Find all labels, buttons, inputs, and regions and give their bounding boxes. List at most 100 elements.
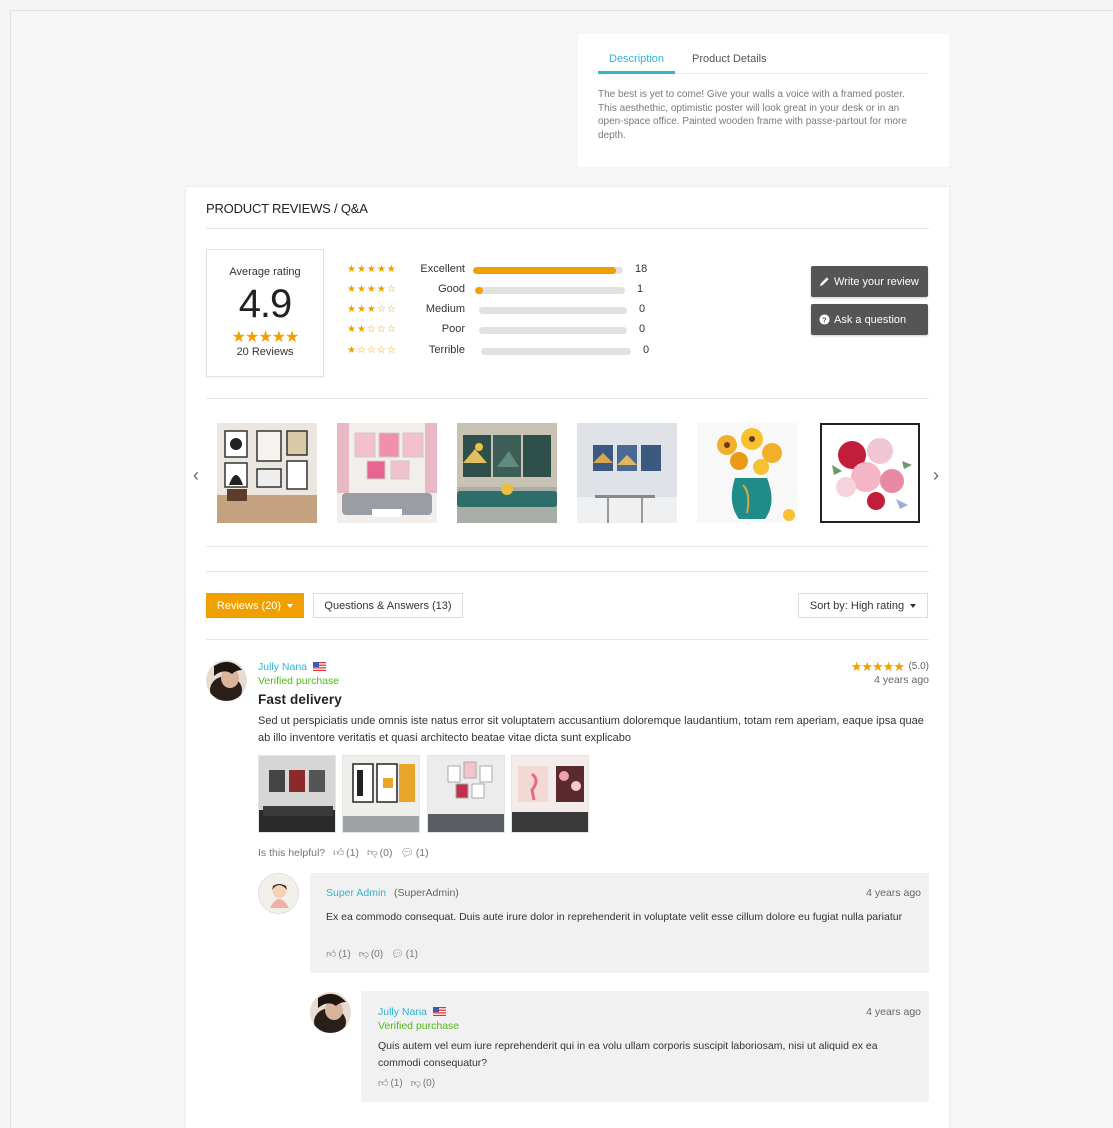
dislike-button[interactable]: 👎︎ (0) bbox=[358, 948, 383, 961]
review-photo[interactable] bbox=[511, 755, 589, 833]
like-count: (1) bbox=[346, 846, 359, 859]
reply-timestamp: 4 years ago bbox=[866, 887, 921, 899]
rating-row[interactable]: ★★★★☆ Good 1 bbox=[347, 283, 667, 299]
dislike-button[interactable]: 👎︎ (0) bbox=[410, 1077, 436, 1090]
thumbs-down-icon: 👎︎ bbox=[358, 949, 369, 960]
review-title: Fast delivery bbox=[258, 692, 342, 707]
admin-avatar bbox=[258, 873, 299, 914]
like-count: (1) bbox=[338, 948, 351, 960]
us-flag-icon bbox=[433, 1007, 447, 1016]
dislike-count: (0) bbox=[422, 1077, 436, 1089]
comment-icon: 💬︎ bbox=[391, 948, 404, 960]
tab-product-details[interactable]: Product Details bbox=[692, 53, 767, 65]
gallery-next-arrow[interactable]: › bbox=[933, 465, 939, 486]
average-rating-stars: ★★★★★ bbox=[231, 329, 300, 346]
rating-row-bar bbox=[481, 348, 631, 355]
rating-row-count: 18 bbox=[635, 263, 648, 275]
reply-author-link[interactable]: Jully Nana bbox=[378, 1006, 447, 1018]
rating-row-count: 0 bbox=[639, 323, 646, 335]
gallery-thumbnail[interactable] bbox=[217, 423, 317, 523]
pencil-icon bbox=[819, 276, 830, 287]
avatar bbox=[310, 992, 351, 1033]
reply-actions: 👍︎ (1) 👎︎ (0) bbox=[378, 1077, 436, 1090]
reply-role: (SuperAdmin) bbox=[394, 887, 459, 899]
review-rating-stars: ★★★★★ bbox=[850, 659, 905, 674]
review-author-link[interactable]: Jully Nana bbox=[258, 661, 327, 673]
panel-title: PRODUCT REVIEWS / Q&A bbox=[206, 201, 368, 216]
ask-question-label: Ask a question bbox=[834, 313, 907, 326]
gallery-thumbnail[interactable] bbox=[577, 423, 677, 523]
rating-row[interactable]: ★★☆☆☆ Poor 0 bbox=[347, 323, 667, 339]
review-timestamp: 4 years ago bbox=[874, 674, 929, 686]
reply-author: Super Admin bbox=[326, 887, 387, 899]
gallery-prev-arrow[interactable]: ‹ bbox=[193, 465, 199, 486]
average-rating-value: 4.9 bbox=[238, 282, 293, 326]
svg-text:?: ? bbox=[822, 315, 827, 324]
tab-description[interactable]: Description bbox=[609, 53, 664, 65]
review-body: Sed ut perspiciatis unde omnis iste natu… bbox=[258, 715, 924, 744]
thumbs-up-icon: 👍︎ bbox=[326, 949, 337, 960]
like-button[interactable]: 👍︎ (1) bbox=[333, 846, 359, 860]
reviews-panel: PRODUCT REVIEWS / Q&A Average rating 4.9… bbox=[186, 187, 949, 1128]
description-tabs: Description Product Details bbox=[598, 34, 929, 74]
rating-row[interactable]: ★★★☆☆ Medium 0 bbox=[347, 303, 667, 319]
comment-button[interactable]: 💬︎ (1) bbox=[391, 948, 418, 960]
divider bbox=[206, 228, 929, 229]
review-photo[interactable] bbox=[427, 755, 505, 833]
helpful-label: Is this helpful? bbox=[258, 846, 326, 859]
rating-row-count: 0 bbox=[643, 344, 650, 356]
description-box: Description Product Details The best is … bbox=[578, 34, 949, 167]
comment-button[interactable]: 💬︎ (1) bbox=[400, 846, 428, 860]
caret-down-icon bbox=[287, 603, 294, 608]
rating-row-label: Poor bbox=[441, 323, 465, 335]
reviews-tab-button[interactable]: Reviews (20) bbox=[206, 593, 304, 618]
rating-row-label: Good bbox=[438, 283, 465, 295]
rating-row-label: Excellent bbox=[420, 263, 465, 275]
helpful-row: Is this helpful? 👍︎ (1) 👎︎ (0) 💬︎ (1) bbox=[258, 846, 429, 860]
rating-row-label: Terrible bbox=[428, 344, 465, 356]
reply-actions: 👍︎ (1) 👎︎ (0) 💬︎ (1) bbox=[326, 948, 418, 961]
rating-row[interactable]: ★★★★★ Excellent 18 bbox=[347, 263, 667, 279]
question-circle-icon: ? bbox=[819, 314, 830, 325]
review-rating-score: (5.0) bbox=[908, 661, 929, 672]
reviews-tab-label: Reviews (20) bbox=[216, 599, 282, 612]
ask-question-button[interactable]: ? Ask a question bbox=[811, 304, 928, 335]
thumbs-down-icon: 👎︎ bbox=[410, 1078, 421, 1089]
questions-tab-label: Questions & Answers (13) bbox=[324, 599, 452, 612]
rating-row[interactable]: ★☆☆☆☆ Terrible 0 bbox=[347, 344, 667, 360]
rating-row-count: 0 bbox=[639, 303, 646, 315]
avatar bbox=[206, 660, 247, 701]
like-button[interactable]: 👍︎ (1) bbox=[326, 948, 351, 961]
comment-count: (1) bbox=[405, 948, 419, 960]
review-author: Jully Nana bbox=[258, 661, 308, 673]
reply-timestamp: 4 years ago bbox=[866, 1006, 921, 1018]
like-button[interactable]: 👍︎ (1) bbox=[378, 1077, 403, 1090]
questions-tab-button[interactable]: Questions & Answers (13) bbox=[313, 593, 463, 618]
review-photo[interactable] bbox=[342, 755, 420, 833]
gallery-thumbnail-selected[interactable] bbox=[820, 423, 920, 523]
rating-row-bar bbox=[479, 327, 627, 334]
verified-purchase-badge: Verified purchase bbox=[378, 1020, 460, 1032]
dislike-button[interactable]: 👎︎ (0) bbox=[367, 846, 393, 860]
us-flag-icon bbox=[313, 662, 327, 671]
write-review-button[interactable]: Write your review bbox=[811, 266, 928, 297]
average-rating-box: Average rating 4.9 ★★★★★ 20 Reviews bbox=[206, 249, 324, 377]
thumbs-up-icon: 👍︎ bbox=[378, 1078, 389, 1089]
rating-row-bar-fill bbox=[475, 287, 483, 294]
rating-row-bar bbox=[475, 287, 625, 294]
rating-row-bar bbox=[479, 307, 627, 314]
sort-dropdown[interactable]: Sort by: High rating bbox=[798, 593, 928, 618]
gallery-thumbnail[interactable] bbox=[457, 423, 557, 523]
review-count: 20 Reviews bbox=[236, 346, 294, 358]
customer-reply: Jully Nana Verified purchase 4 years ago… bbox=[361, 991, 929, 1102]
rating-row-bar-fill bbox=[473, 267, 616, 274]
divider bbox=[206, 571, 929, 572]
gallery-thumbnail[interactable] bbox=[697, 423, 797, 523]
rating-row-count: 1 bbox=[637, 283, 644, 295]
like-count: (1) bbox=[390, 1077, 403, 1089]
review-photo[interactable] bbox=[258, 755, 336, 833]
reply-author-link[interactable]: Super Admin bbox=[326, 887, 386, 899]
active-tab-indicator bbox=[598, 71, 675, 74]
gallery-thumbnail[interactable] bbox=[337, 423, 437, 523]
rating-row-label: Medium bbox=[425, 303, 465, 315]
